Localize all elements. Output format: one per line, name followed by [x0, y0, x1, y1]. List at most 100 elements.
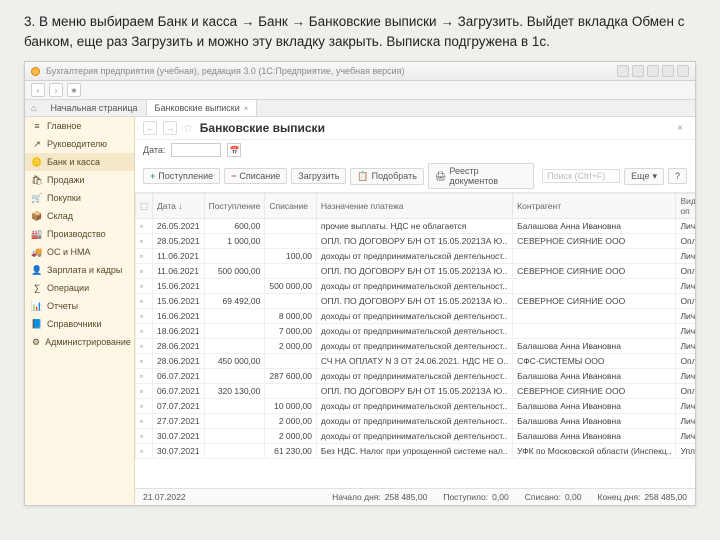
- minus-icon: −: [231, 171, 236, 181]
- cell-purpose: прочие выплаты. НДС не облагается: [316, 219, 512, 234]
- table-row[interactable]: ▫15.06.202169 492,00ОПЛ. ПО ДОГОВОРУ Б/Н…: [136, 294, 696, 309]
- sidebar-item[interactable]: 📘Справочники: [25, 315, 134, 333]
- cell-type: Личны: [676, 399, 695, 414]
- date-input[interactable]: [171, 143, 221, 157]
- sidebar-item[interactable]: 🛒Покупки: [25, 189, 134, 207]
- col-type[interactable]: Вид оп: [676, 194, 695, 219]
- sidebar-item[interactable]: 🪙Банк и касса: [25, 153, 134, 171]
- sidebar-item[interactable]: 🚚ОС и НМА: [25, 243, 134, 261]
- sidebar-item[interactable]: ↗Руководителю: [25, 135, 134, 153]
- sidebar-item[interactable]: 🏭Производство: [25, 225, 134, 243]
- back-icon[interactable]: ←: [143, 121, 157, 135]
- tab-bank-statements[interactable]: Банковские выписки×: [147, 100, 258, 116]
- cell-outcome: 2 000,00: [265, 339, 317, 354]
- cell-type: Оплат: [676, 264, 695, 279]
- calendar-icon[interactable]: 📅: [227, 143, 241, 157]
- cell-contractor: Балашова Анна Ивановна: [513, 369, 676, 384]
- row-icon: ▫: [136, 429, 153, 444]
- nav-right-icon[interactable]: ›: [49, 83, 63, 97]
- status-end: Конец дня: 258 485,00: [598, 492, 688, 502]
- close-icon[interactable]: ×: [244, 104, 249, 113]
- help-icon[interactable]: ?: [668, 168, 687, 184]
- cell-income: [204, 369, 265, 384]
- table-row[interactable]: ▫11.06.2021500 000,00ОПЛ. ПО ДОГОВОРУ Б/…: [136, 264, 696, 279]
- cell-type: Личны: [676, 309, 695, 324]
- sidebar-label: ОС и НМА: [47, 247, 91, 257]
- home-icon[interactable]: ⌂: [25, 100, 42, 116]
- sidebar: ≡Главное↗Руководителю🪙Банк и касса🛍Прода…: [25, 117, 135, 505]
- col-date[interactable]: Дата ↓: [153, 194, 205, 219]
- cell-outcome: 100,00: [265, 249, 317, 264]
- tb-icon[interactable]: [647, 65, 659, 77]
- sidebar-item[interactable]: 📦Склад: [25, 207, 134, 225]
- date-label: Дата:: [143, 145, 165, 155]
- cell-income: [204, 399, 265, 414]
- tb-icon[interactable]: [677, 65, 689, 77]
- load-button[interactable]: Загрузить: [291, 168, 346, 184]
- registry-button[interactable]: 🖨 Реестр документов: [428, 163, 534, 189]
- cell-contractor: Балашова Анна Ивановна: [513, 219, 676, 234]
- cell-contractor: УФК по Московской области (Инспекц..: [513, 444, 676, 459]
- fav-icon[interactable]: ☆: [183, 121, 194, 135]
- tb-icon[interactable]: [617, 65, 629, 77]
- forward-icon[interactable]: →: [163, 121, 177, 135]
- outcome-button[interactable]: −Списание: [224, 168, 287, 184]
- col-icon[interactable]: ⬚: [136, 194, 153, 219]
- tabbar: ⌂ Начальная страница Банковские выписки×: [25, 100, 695, 117]
- cell-date: 06.07.2021: [153, 369, 205, 384]
- search-input[interactable]: Поиск (Ctrl+F): [542, 169, 620, 183]
- sidebar-item[interactable]: ≡Главное: [25, 117, 134, 135]
- page-title: Банковские выписки: [200, 121, 325, 135]
- table-row[interactable]: ▫18.06.20217 000,00доходы от предпринима…: [136, 324, 696, 339]
- status-in: Поступило: 0,00: [443, 492, 508, 502]
- table-row[interactable]: ▫28.06.2021450 000,00СЧ НА ОПЛАТУ N 3 ОТ…: [136, 354, 696, 369]
- cell-date: 07.07.2021: [153, 399, 205, 414]
- col-purpose[interactable]: Назначение платежа: [316, 194, 512, 219]
- cell-type: Личны: [676, 279, 695, 294]
- tb-icon[interactable]: [632, 65, 644, 77]
- close-icon[interactable]: ×: [673, 123, 687, 134]
- table-row[interactable]: ▫28.05.20211 000,00ОПЛ. ПО ДОГОВОРУ Б/Н …: [136, 234, 696, 249]
- table-row[interactable]: ▫06.07.2021287 600,00доходы от предприни…: [136, 369, 696, 384]
- col-outcome[interactable]: Списание: [265, 194, 317, 219]
- cell-outcome: [265, 219, 317, 234]
- sidebar-item[interactable]: 👤Зарплата и кадры: [25, 261, 134, 279]
- cell-income: 69 492,00: [204, 294, 265, 309]
- sidebar-item[interactable]: 🛍Продажи: [25, 171, 134, 189]
- cell-outcome: [265, 264, 317, 279]
- table-row[interactable]: ▫26.05.2021600,00прочие выплаты. НДС не …: [136, 219, 696, 234]
- tab-home[interactable]: Начальная страница: [42, 100, 146, 116]
- cell-date: 27.07.2021: [153, 414, 205, 429]
- sidebar-icon: 📦: [32, 211, 42, 221]
- data-grid[interactable]: ⬚ Дата ↓ Поступление Списание Назначение…: [135, 193, 695, 488]
- nav-left-icon[interactable]: ‹: [31, 83, 45, 97]
- table-row[interactable]: ▫15.06.2021500 000,00доходы от предприни…: [136, 279, 696, 294]
- star-icon[interactable]: ★: [67, 83, 81, 97]
- table-row[interactable]: ▫06.07.2021320 130,00ОПЛ. ПО ДОГОВОРУ Б/…: [136, 384, 696, 399]
- col-income[interactable]: Поступление: [204, 194, 265, 219]
- cell-income: [204, 279, 265, 294]
- table-row[interactable]: ▫30.07.202161 230,00Без НДС. Налог при у…: [136, 444, 696, 459]
- sidebar-item[interactable]: ⚙Администрирование: [25, 333, 134, 351]
- sidebar-item[interactable]: 📊Отчеты: [25, 297, 134, 315]
- sidebar-item[interactable]: ∑Операции: [25, 279, 134, 297]
- table-row[interactable]: ▫16.06.20218 000,00доходы от предпринима…: [136, 309, 696, 324]
- status-start: Начало дня: 258 485,00: [332, 492, 427, 502]
- main-area: ≡Главное↗Руководителю🪙Банк и касса🛍Прода…: [25, 117, 695, 505]
- pick-button[interactable]: 📋 Подобрать: [350, 168, 424, 185]
- sidebar-label: Зарплата и кадры: [47, 265, 122, 275]
- income-button[interactable]: +Поступление: [143, 168, 220, 184]
- table-row[interactable]: ▫07.07.202110 000,00доходы от предприним…: [136, 399, 696, 414]
- row-icon: ▫: [136, 264, 153, 279]
- table-row[interactable]: ▫28.06.20212 000,00доходы от предпринима…: [136, 339, 696, 354]
- cell-type: Личны: [676, 249, 695, 264]
- sidebar-icon: 🏭: [32, 229, 42, 239]
- col-contractor[interactable]: Контрагент: [513, 194, 676, 219]
- table-row[interactable]: ▫11.06.2021100,00доходы от предпринимате…: [136, 249, 696, 264]
- table-row[interactable]: ▫27.07.20212 000,00доходы от предпринима…: [136, 414, 696, 429]
- tb-icon[interactable]: [662, 65, 674, 77]
- more-button[interactable]: Еще ▾: [624, 168, 664, 185]
- cell-income: [204, 249, 265, 264]
- titlebar-controls: [617, 65, 689, 77]
- table-row[interactable]: ▫30.07.20212 000,00доходы от предпринима…: [136, 429, 696, 444]
